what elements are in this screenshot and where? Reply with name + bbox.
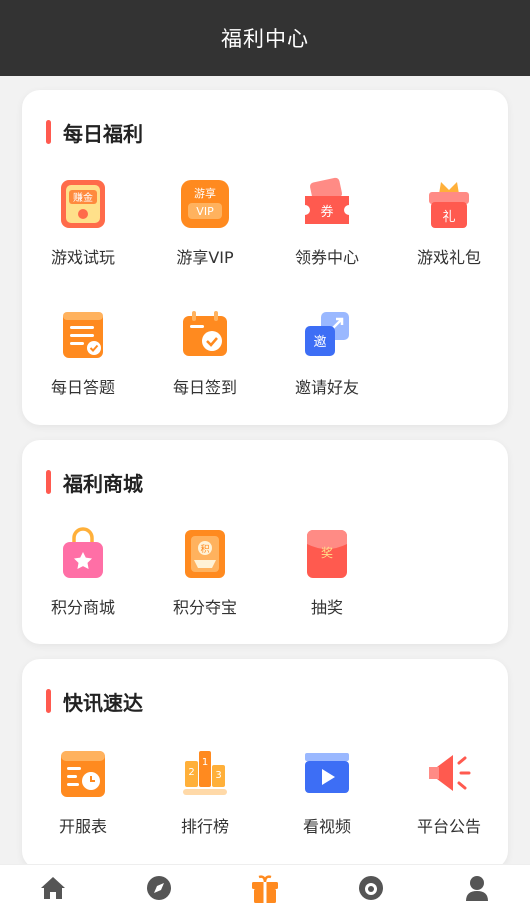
- points-treasure-button[interactable]: 积 积分夺宝: [150, 526, 260, 618]
- svg-text:券: 券: [320, 204, 333, 220]
- section-header: 福利商城: [46, 468, 143, 496]
- item-label: 抽奖: [310, 598, 343, 617]
- svg-text:奖: 奖: [321, 546, 333, 560]
- watch-video-button[interactable]: 看视频: [272, 745, 382, 837]
- item-label: 游享VIP: [176, 248, 234, 267]
- section-accent-bar: [46, 120, 51, 144]
- game-trial-button[interactable]: 赚金 游戏试玩: [28, 176, 138, 268]
- svg-text:邀: 邀: [313, 335, 326, 350]
- home-icon: [41, 876, 65, 899]
- coupon-icon: 券: [305, 177, 349, 224]
- ranking-button[interactable]: 1 2 3 排行榜: [150, 745, 260, 837]
- lottery-button[interactable]: 奖 抽奖: [272, 526, 382, 618]
- vip-button[interactable]: 游享 VIP 游享VIP: [150, 176, 260, 268]
- top-bar: 福利中心: [0, 0, 530, 76]
- announcement-icon: [429, 755, 471, 791]
- svg-text:游享: 游享: [194, 186, 216, 200]
- section-accent-bar: [46, 689, 51, 713]
- svg-text:1: 1: [202, 757, 208, 768]
- nav-home[interactable]: [0, 865, 106, 910]
- gift-icon: [252, 874, 278, 903]
- coupon-center-button[interactable]: 券 领券中心: [272, 176, 382, 268]
- video-icon: [305, 753, 349, 793]
- section-header: 快讯速达: [46, 687, 143, 715]
- daily-quiz-button[interactable]: 每日答题: [28, 306, 138, 398]
- nav-profile[interactable]: [424, 865, 530, 910]
- shopping-bag-icon: [63, 527, 103, 578]
- section-title: 福利商城: [63, 471, 143, 496]
- nav-discover[interactable]: [106, 865, 212, 910]
- section-benefits-mall: 福利商城 积分商城 积 积分夺宝 奖 抽奖: [22, 440, 508, 644]
- section-daily-benefits: 每日福利 赚金 游戏试玩 游享 VIP 游享VIP 券 领券中心 礼 游戏礼包 …: [22, 90, 508, 425]
- lottery-icon: 奖: [307, 530, 347, 578]
- item-label: 积分夺宝: [172, 598, 237, 617]
- svg-text:赚金: 赚金: [73, 191, 93, 204]
- item-label: 开服表: [58, 817, 107, 836]
- page-title: 福利中心: [221, 27, 309, 51]
- treasure-icon: 积: [185, 530, 225, 578]
- section-quick-news: 快讯速达 开服表 1 2 3 排行榜 看视频 平台公告: [22, 659, 508, 869]
- item-label: 每日签到: [172, 378, 237, 397]
- server-schedule-button[interactable]: 开服表: [28, 745, 138, 837]
- item-label: 邀请好友: [294, 378, 359, 397]
- item-label: 平台公告: [416, 817, 481, 836]
- user-icon: [466, 875, 488, 901]
- bottom-nav: [0, 864, 530, 910]
- platform-announcement-button[interactable]: 平台公告: [394, 745, 504, 837]
- svg-text:VIP: VIP: [196, 205, 214, 218]
- compass-icon: [147, 875, 171, 900]
- checkin-icon: [183, 311, 227, 356]
- svg-text:积: 积: [200, 543, 209, 555]
- invite-icon: 邀: [305, 312, 349, 356]
- ranking-icon: 1 2 3: [183, 751, 227, 795]
- item-label: 领券中心: [294, 248, 359, 267]
- quiz-icon: [63, 312, 103, 358]
- nav-welfare[interactable]: [212, 865, 318, 910]
- section-title: 每日福利: [63, 121, 143, 146]
- item-label: 看视频: [302, 817, 351, 836]
- coin-bag-icon: [359, 875, 383, 900]
- server-schedule-icon: [61, 751, 105, 797]
- gift-box-icon: 礼: [429, 182, 469, 228]
- points-mall-button[interactable]: 积分商城: [28, 526, 138, 618]
- item-label: 游戏礼包: [416, 248, 481, 267]
- section-title: 快讯速达: [63, 690, 143, 715]
- svg-text:3: 3: [215, 770, 221, 781]
- item-label: 每日答题: [50, 378, 115, 397]
- svg-text:礼: 礼: [442, 209, 455, 225]
- svg-text:2: 2: [188, 767, 194, 778]
- nav-points[interactable]: [318, 865, 424, 910]
- item-label: 游戏试玩: [50, 248, 115, 267]
- daily-checkin-button[interactable]: 每日签到: [150, 306, 260, 398]
- game-trial-icon: 赚金: [61, 180, 105, 228]
- section-header: 每日福利: [46, 118, 143, 146]
- item-label: 排行榜: [180, 817, 229, 836]
- game-gift-pack-button[interactable]: 礼 游戏礼包: [394, 176, 504, 268]
- vip-icon: 游享 VIP: [181, 180, 229, 228]
- invite-friends-button[interactable]: 邀 邀请好友: [272, 306, 382, 398]
- item-label: 积分商城: [50, 598, 115, 617]
- section-accent-bar: [46, 470, 51, 494]
